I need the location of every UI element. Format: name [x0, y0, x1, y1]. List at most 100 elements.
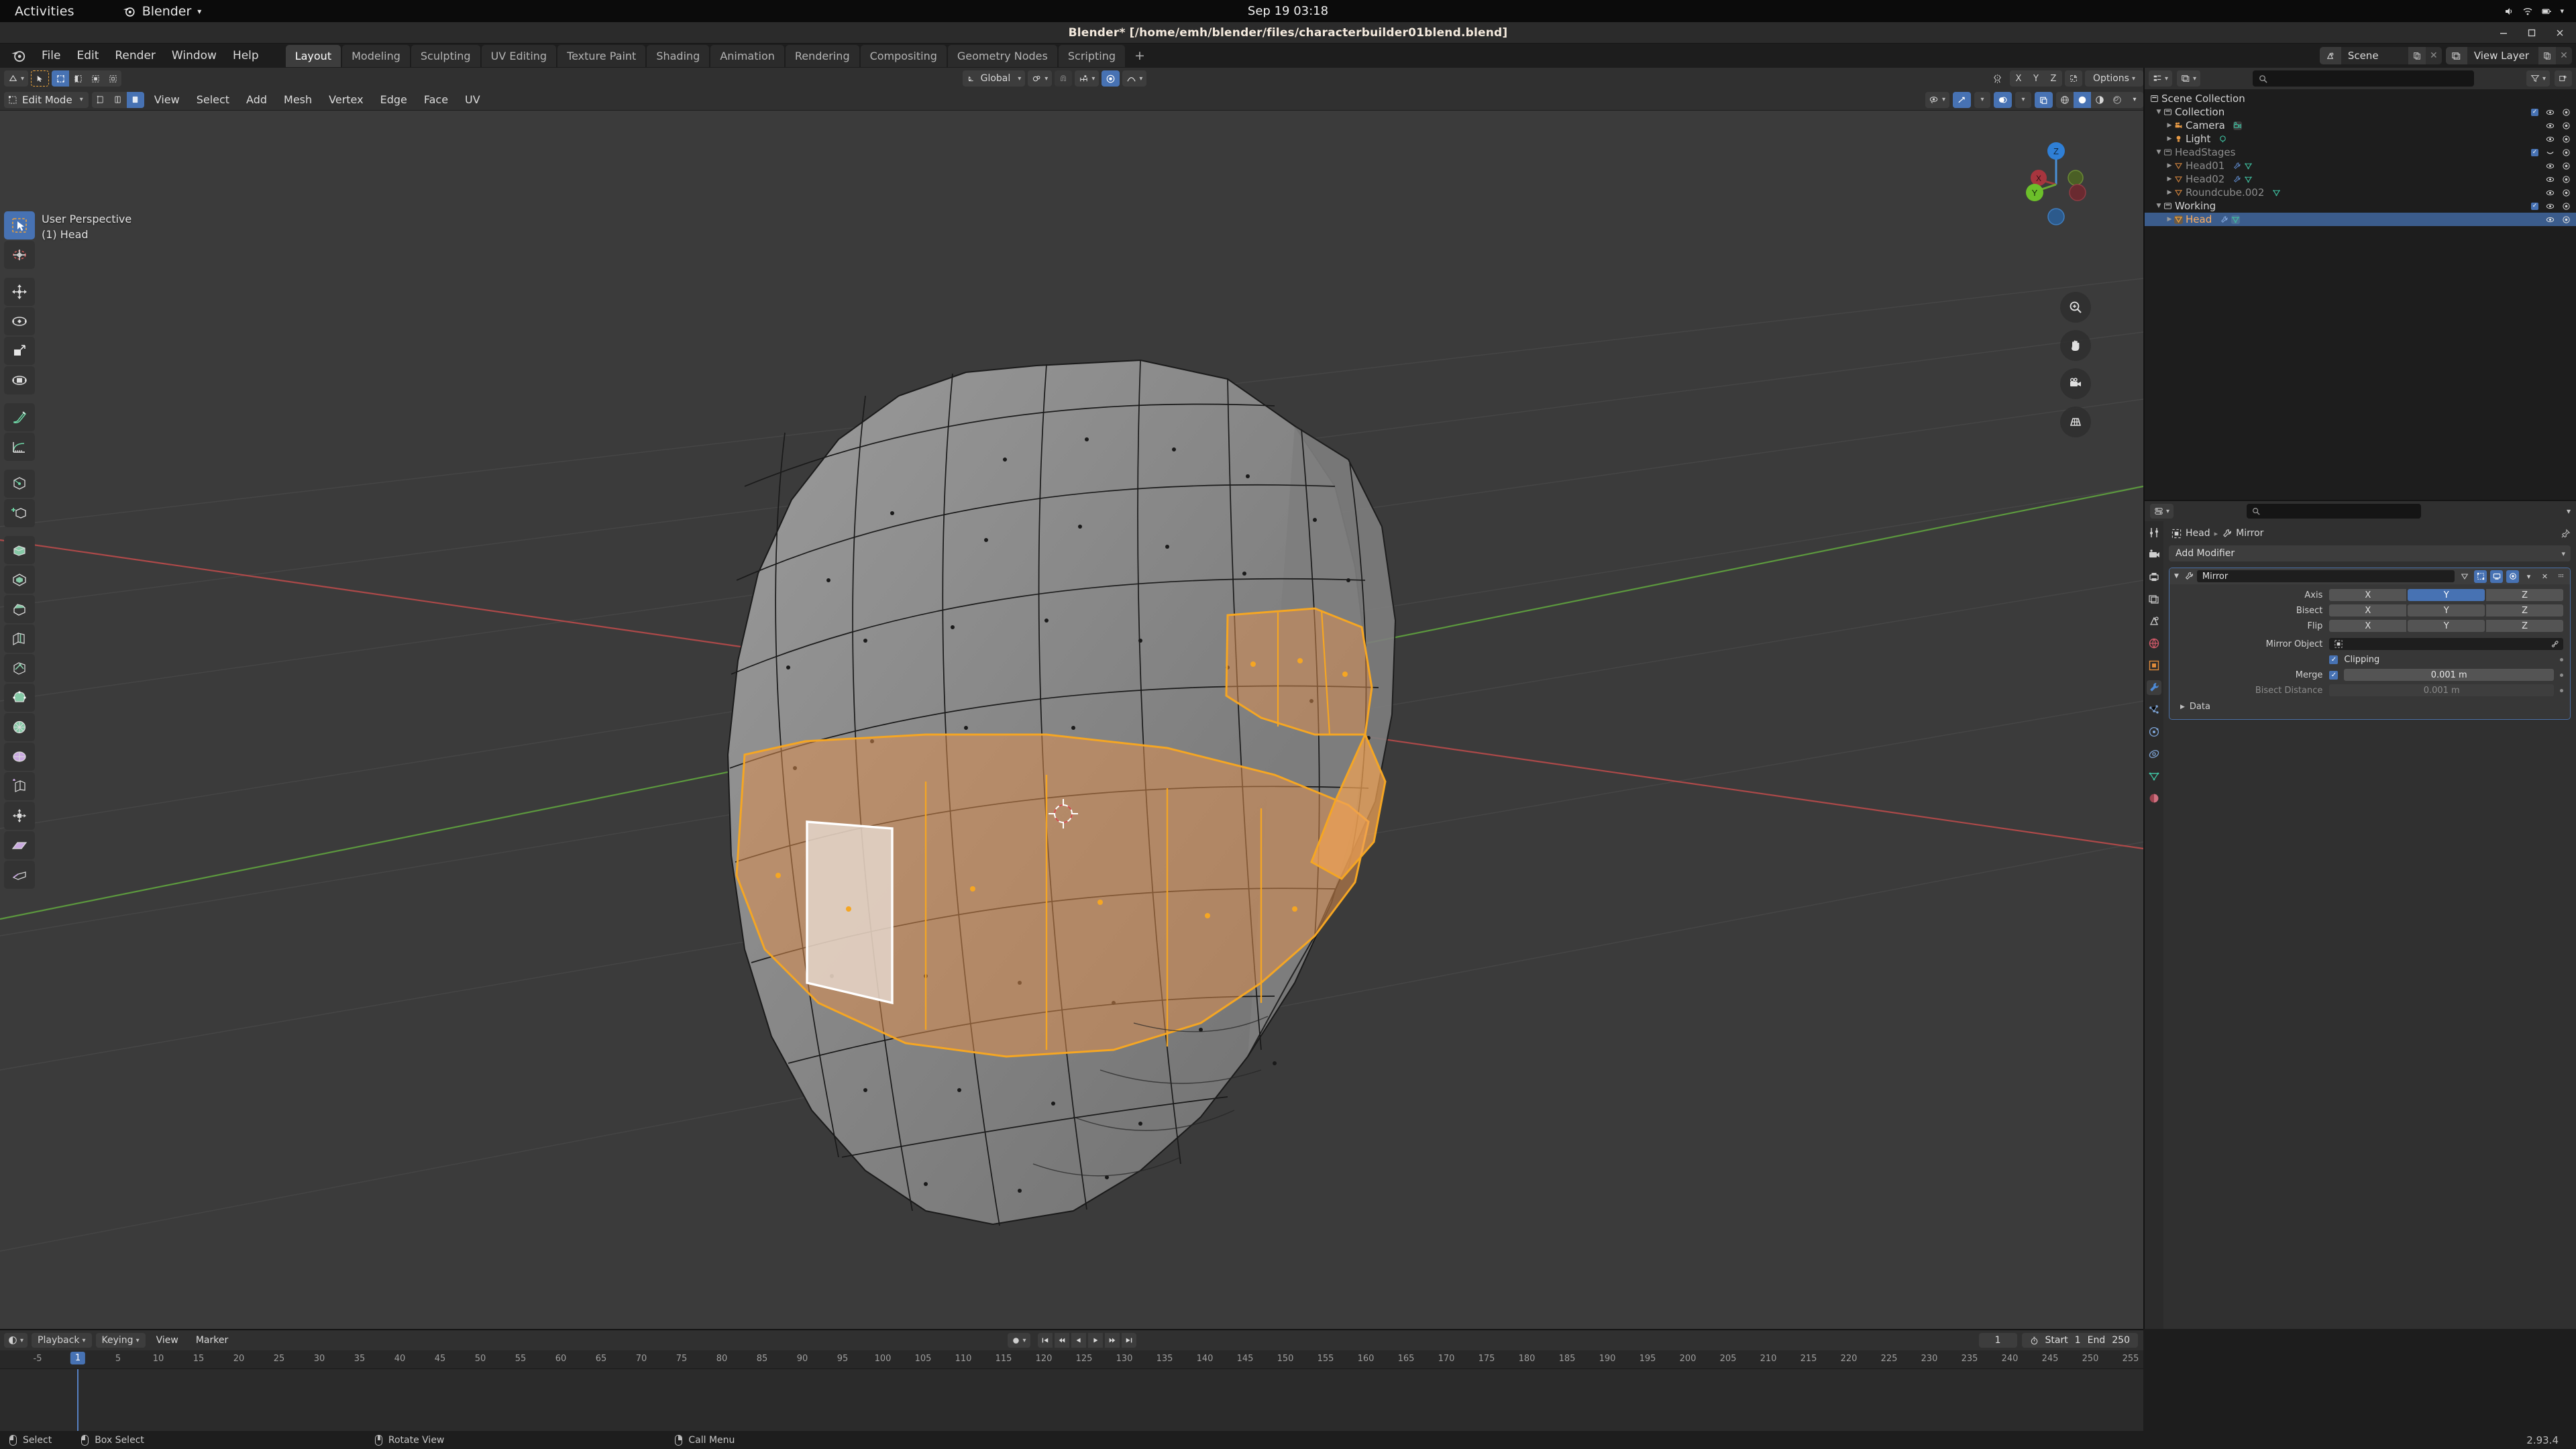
- outliner-row-toggles[interactable]: [2546, 189, 2571, 197]
- modifier-drag-handle[interactable]: [2555, 570, 2567, 583]
- viewport-menu-face[interactable]: Face: [417, 91, 455, 108]
- outliner-row-toggles[interactable]: [2546, 162, 2571, 170]
- app-menu-button[interactable]: Blender ▾: [121, 4, 201, 19]
- outliner-row-roundcube[interactable]: ▶ Roundcube.002: [2145, 186, 2576, 199]
- inset-faces-tool[interactable]: [4, 566, 35, 594]
- start-frame-value[interactable]: 1: [2075, 1335, 2081, 1346]
- data-tab[interactable]: [2147, 769, 2161, 784]
- outliner-row-toggles[interactable]: [2546, 121, 2571, 130]
- workspace-tab-texture-paint[interactable]: Texture Paint: [557, 44, 646, 67]
- animate-property-dot[interactable]: [2560, 657, 2563, 661]
- outliner-display-mode-icon[interactable]: ▾: [2149, 70, 2173, 87]
- axis-z-toggle[interactable]: Z: [2486, 589, 2564, 601]
- eye-icon[interactable]: [2546, 108, 2555, 117]
- outliner-row-head[interactable]: ▶ Head: [2145, 213, 2576, 226]
- workspace-tab-layout[interactable]: Layout: [285, 44, 341, 67]
- knife-tool[interactable]: [4, 654, 35, 682]
- camera-icon[interactable]: [2562, 162, 2571, 170]
- mirror-z-button[interactable]: Z: [2045, 70, 2062, 87]
- viewport-canvas[interactable]: User Perspective (1) Head Z X Y: [0, 111, 2143, 1329]
- snap-increment-icon[interactable]: ▾: [1075, 70, 1099, 87]
- exclude-checkbox[interactable]: ✓: [2531, 148, 2538, 156]
- unlink-viewlayer-button[interactable]: ✕: [2556, 47, 2572, 64]
- tweak-tool[interactable]: [4, 211, 35, 239]
- workspace-tab-rendering[interactable]: Rendering: [785, 44, 859, 67]
- workspace-tab-sculpting[interactable]: Sculpting: [411, 44, 480, 67]
- maximize-button[interactable]: [2526, 28, 2537, 38]
- window-controls[interactable]: [2498, 28, 2565, 38]
- blender-logo-icon[interactable]: [9, 47, 27, 64]
- gizmo-dropdown[interactable]: ▾: [1974, 91, 1990, 108]
- mirror-object-input[interactable]: [2329, 638, 2563, 650]
- add-primitive-tool[interactable]: [4, 499, 35, 527]
- axis-toggle-group[interactable]: X Y Z: [2329, 589, 2564, 601]
- viewport-menu-edge[interactable]: Edge: [374, 91, 414, 108]
- falloff-curve-icon[interactable]: ▾: [1122, 70, 1147, 87]
- merge-checkbox[interactable]: ✓: [2329, 670, 2339, 680]
- viewport-options-button[interactable]: Options ▾: [2084, 70, 2144, 87]
- edit-mode-display-toggle[interactable]: [2474, 570, 2487, 583]
- navigation-gizmo[interactable]: Z X Y: [2008, 131, 2108, 231]
- prev-keyframe-button[interactable]: [1054, 1333, 1069, 1348]
- properties-search-input[interactable]: [2246, 504, 2421, 519]
- move-tool[interactable]: [4, 278, 35, 306]
- timeline-ruler[interactable]: -5 0 5 10 15 20 25 30 35 40 45 50 55 60 …: [0, 1350, 2143, 1369]
- outliner-row-camera[interactable]: ▶ Camera: [2145, 119, 2576, 132]
- outliner-row-toggles[interactable]: [2546, 215, 2571, 224]
- timeline-body[interactable]: [0, 1369, 2143, 1431]
- outliner-row-headstages[interactable]: ▼ HeadStages ✓: [2145, 146, 2576, 159]
- world-tab[interactable]: [2147, 636, 2161, 651]
- transform-orientation-selector[interactable]: Global ▾: [962, 70, 1026, 87]
- camera-icon[interactable]: [2562, 148, 2571, 157]
- clipping-checkbox[interactable]: ✓: [2329, 655, 2339, 664]
- render-display-toggle[interactable]: [2506, 570, 2519, 583]
- flip-y-toggle[interactable]: Y: [2408, 620, 2485, 632]
- transform-tool[interactable]: [4, 366, 35, 394]
- scene-tab[interactable]: [2147, 614, 2161, 629]
- mesh-data-icon[interactable]: [2231, 215, 2241, 224]
- eye-icon[interactable]: [2546, 135, 2555, 144]
- face-mode-icon[interactable]: [126, 91, 144, 108]
- filter-id-icon[interactable]: ▾: [2177, 70, 2201, 87]
- viewport-menu-mesh[interactable]: Mesh: [277, 91, 319, 108]
- unlink-scene-button[interactable]: ✕: [2425, 47, 2442, 64]
- eye-icon[interactable]: [2546, 175, 2555, 184]
- timeline-editor-icon[interactable]: ▾: [4, 1333, 28, 1348]
- camera-icon[interactable]: [2562, 202, 2571, 211]
- animate-property-dot[interactable]: [2560, 673, 2563, 677]
- camera-icon[interactable]: [2562, 135, 2571, 144]
- desktop-clock[interactable]: Sep 19 03:18: [1248, 4, 1328, 18]
- flip-z-toggle[interactable]: Z: [2486, 620, 2564, 632]
- pin-icon[interactable]: [2561, 529, 2571, 539]
- remove-modifier-button[interactable]: ✕: [2538, 570, 2551, 583]
- viewport-menu-add[interactable]: Add: [239, 91, 274, 108]
- pan-hand-icon[interactable]: [2060, 330, 2091, 361]
- ortho-persp-icon[interactable]: [2060, 407, 2091, 437]
- play-button[interactable]: [1087, 1333, 1103, 1348]
- twisty-down-icon[interactable]: ▼: [2154, 203, 2163, 209]
- workspace-tab-uv-editing[interactable]: UV Editing: [481, 44, 557, 67]
- extra-select-icon[interactable]: [104, 70, 121, 87]
- modifier-name-field[interactable]: Mirror: [2196, 570, 2455, 582]
- twisty-down-icon[interactable]: ▼: [2154, 149, 2163, 156]
- loop-cut-tool[interactable]: [4, 625, 35, 653]
- axis-x-toggle[interactable]: X: [2329, 589, 2407, 601]
- twisty-right-icon[interactable]: ▶: [2165, 216, 2174, 223]
- shading-dropdown[interactable]: ▾: [2126, 92, 2143, 108]
- jump-start-button[interactable]: [1037, 1333, 1053, 1348]
- system-tray[interactable]: ▾: [2504, 6, 2564, 17]
- output-tab[interactable]: [2147, 570, 2161, 584]
- uv-mirror-icon[interactable]: [1988, 70, 2007, 87]
- edge-select-icon[interactable]: [69, 70, 87, 87]
- workspace-tab-geometry-nodes[interactable]: Geometry Nodes: [947, 44, 1057, 67]
- overlays-dropdown[interactable]: ▾: [2015, 91, 2031, 108]
- add-workspace-button[interactable]: +: [1126, 46, 1153, 66]
- filter-funnel-icon[interactable]: ▾: [2526, 70, 2550, 87]
- rotate-tool[interactable]: [4, 307, 35, 335]
- mirror-y-button[interactable]: Y: [2027, 70, 2045, 87]
- menu-edit[interactable]: Edit: [68, 46, 107, 66]
- zoom-icon[interactable]: [2060, 292, 2091, 323]
- eye-closed-icon[interactable]: [2546, 148, 2555, 157]
- extrude-region-tool[interactable]: [4, 536, 35, 564]
- add-cube-tool[interactable]: [4, 470, 35, 498]
